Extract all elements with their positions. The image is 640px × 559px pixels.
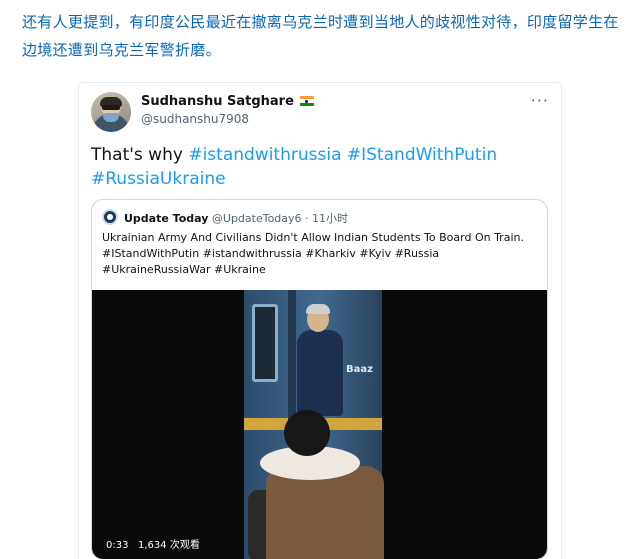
hashtag-link[interactable]: #RussiaUkraine [91,169,226,189]
video-player[interactable]: Baaz 0:33 1,634 次观看 [92,290,547,559]
article-paragraph: 还有人更提到，有印度公民最近在撤离乌克兰时遭到当地人的歧视性对待，印度留学生在边… [22,13,619,59]
tweet-text: That's why #istandwithrussia #IStandWith… [91,143,551,191]
video-duration: 0:33 [106,540,129,551]
video-watermark: Baaz [346,364,373,375]
avatar-glasses [102,105,120,110]
author-display-name[interactable]: Sudhanshu Satghare [141,94,294,109]
video-view-count: 1,634 次观看 [138,540,200,551]
india-flag-icon [299,96,314,106]
tweet-text-prefix: That's why [91,145,189,165]
hashtag-link[interactable]: #IStandWithPutin [347,145,497,165]
quoted-timestamp[interactable]: 11小时 [312,212,348,225]
quoted-avatar[interactable] [102,209,118,225]
quoted-header: Update Today @UpdateToday6 · 11小时 [124,210,348,226]
avatar-mask [103,113,119,122]
quoted-hashtags-line: #UkraineRussiaWar #Ukraine [102,263,266,276]
more-options-icon[interactable]: ··· [531,91,549,110]
video-person-guard [297,304,343,416]
author-name-row[interactable]: Sudhanshu Satghare [141,94,314,109]
video-train-window [252,304,278,382]
hashtag-link[interactable]: #istandwithrussia [188,145,341,165]
quoted-tweet[interactable]: Update Today @UpdateToday6 · 11小时 Ukrain… [91,199,548,559]
quoted-hashtags-line: #IStandWithPutin #istandwithrussia #Khar… [102,247,440,260]
quoted-text-line: Ukrainian Army And Civilians Didn't Allo… [102,231,524,244]
separator-dot: · [305,212,309,225]
quoted-author-handle[interactable]: @UpdateToday6 [212,212,302,225]
video-person-student [248,410,390,559]
video-meta: 0:33 1,634 次观看 [106,536,200,551]
author-handle[interactable]: @sudhanshu7908 [141,112,249,126]
quoted-text: Ukrainian Army And Civilians Didn't Allo… [102,230,539,278]
avatar[interactable] [91,92,131,132]
tweet-card[interactable]: Sudhanshu Satghare @sudhanshu7908 ··· Th… [78,82,562,559]
quoted-author-name[interactable]: Update Today [124,212,208,225]
